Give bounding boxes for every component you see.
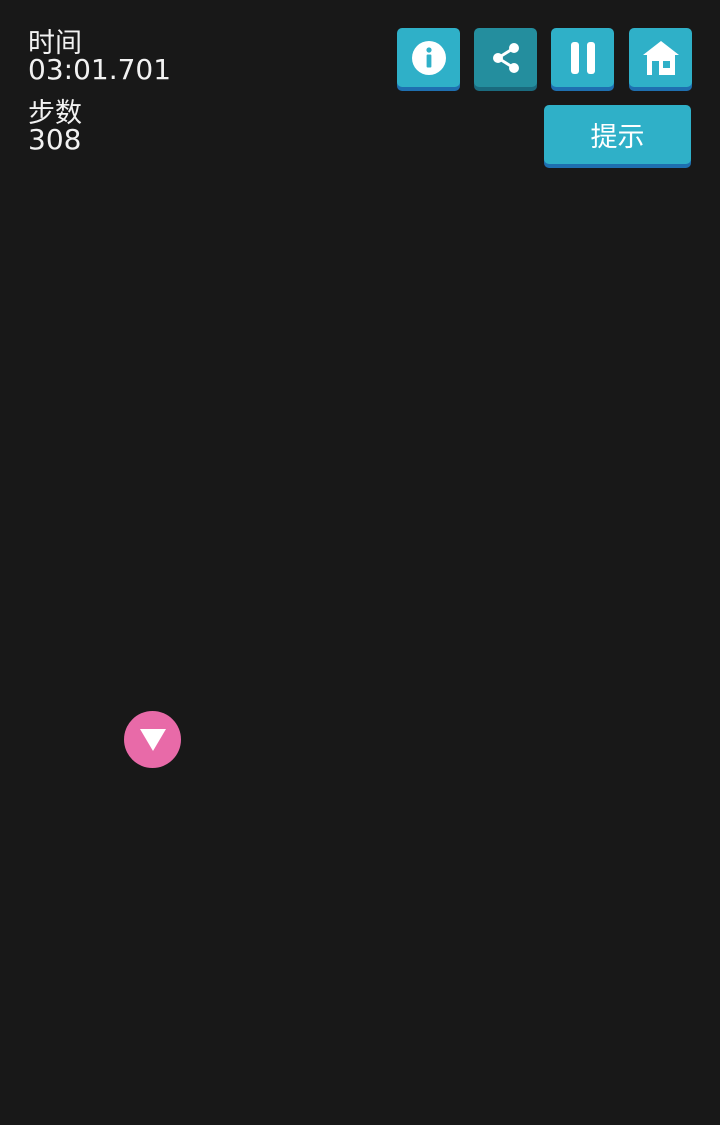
info-button[interactable] xyxy=(397,28,460,87)
share-icon xyxy=(488,40,524,76)
info-icon xyxy=(411,40,447,76)
steps-value: 308 xyxy=(28,123,82,156)
player-ball[interactable] xyxy=(124,711,181,768)
share-button[interactable] xyxy=(474,28,537,87)
triangle-down-icon xyxy=(139,728,167,752)
game-screen: 时间 03:01.701 步数 308 提示 xyxy=(0,0,720,1125)
home-icon xyxy=(641,39,681,77)
pause-icon xyxy=(567,41,599,75)
home-button[interactable] xyxy=(629,28,692,87)
hint-button[interactable]: 提示 xyxy=(544,105,691,164)
pause-button[interactable] xyxy=(551,28,614,87)
time-value: 03:01.701 xyxy=(28,53,172,86)
